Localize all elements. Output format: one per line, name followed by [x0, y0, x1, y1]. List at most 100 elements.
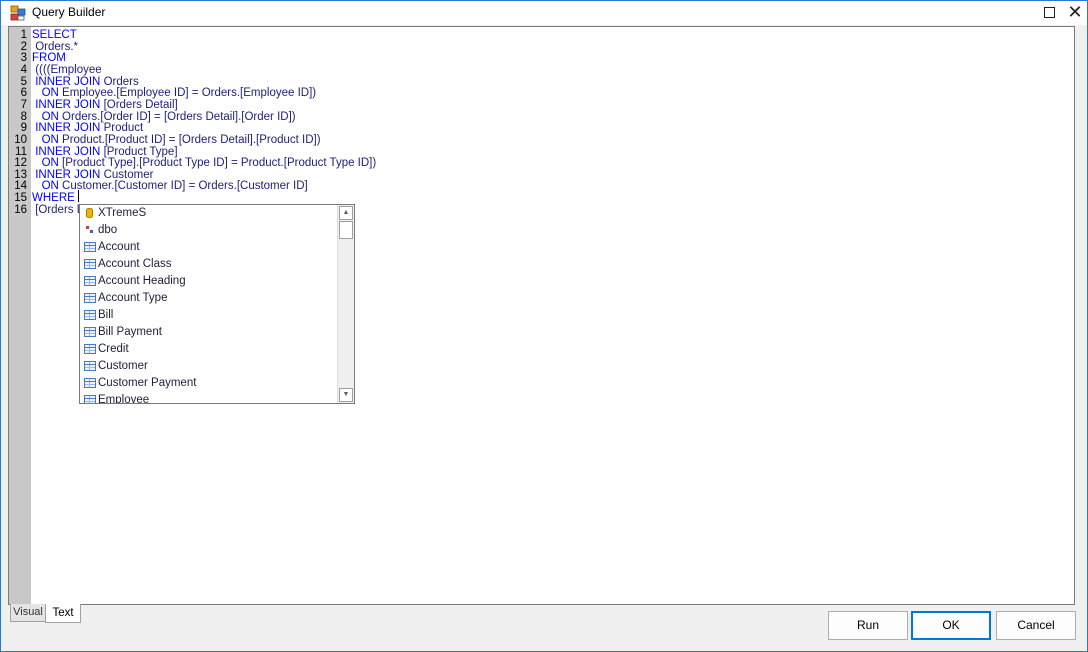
autocomplete-item[interactable]: Bill Payment — [83, 324, 335, 341]
line-number: 9 — [20, 122, 27, 135]
sql-identifier: [Product Type].[Product Type ID] = Produ… — [58, 157, 377, 170]
ok-button[interactable]: OK — [911, 611, 991, 640]
code-line: INNER JOIN [Product Type] — [32, 146, 177, 158]
autocomplete-item[interactable]: XTremeS — [83, 205, 335, 222]
query-builder-window: Query Builder ✕ 1 2 3 4 5 6 7 8 9 10 11 12 13 14 15 16 … — [0, 0, 1088, 652]
autocomplete-item[interactable]: Bill — [83, 307, 335, 324]
sql-identifier: Orders — [100, 75, 139, 88]
sql-keyword: WHERE — [32, 192, 75, 205]
code-line: ON Customer.[Customer ID] = Orders.[Cust… — [32, 180, 308, 192]
chevron-down-icon: ▼ — [342, 391, 350, 398]
maximize-button[interactable] — [1037, 1, 1061, 25]
table-icon — [84, 259, 96, 269]
sql-identifier: Product.[Product ID] = [Orders Detail].[… — [58, 133, 321, 146]
autocomplete-item-label: dbo — [98, 224, 118, 236]
close-button[interactable]: ✕ — [1063, 1, 1087, 25]
autocomplete-item[interactable]: Customer Payment — [83, 375, 335, 392]
autocomplete-item-label: Bill Payment — [98, 326, 162, 338]
run-button[interactable]: Run — [828, 611, 908, 640]
autocomplete-dropdown[interactable]: XTremeS dbo Account Account Class Account He… — [79, 204, 355, 404]
table-icon — [84, 293, 96, 303]
sql-identifier: Orders.* — [32, 40, 79, 53]
autocomplete-item[interactable]: Account Class — [83, 256, 335, 273]
table-icon — [84, 242, 96, 252]
autocomplete-item-label: Customer Payment — [98, 377, 197, 389]
line-number: 3 — [20, 52, 27, 65]
table-icon — [84, 344, 96, 354]
cancel-button[interactable]: Cancel — [996, 611, 1076, 640]
sql-keyword: INNER JOIN — [32, 75, 101, 88]
code-line: [Orders D — [32, 204, 85, 216]
autocomplete-item-label: Bill — [98, 309, 114, 321]
tab-visual[interactable]: Visual — [10, 604, 46, 622]
code-line: Orders.* — [32, 41, 78, 53]
line-number: 1 — [20, 29, 27, 41]
sql-keyword: INNER JOIN — [32, 122, 101, 135]
sql-keyword: ON — [32, 110, 59, 123]
code-line: SELECT — [32, 29, 77, 41]
code-line: ON [Product Type].[Product Type ID] = Pr… — [32, 157, 377, 170]
sql-identifier: [Orders Detail] — [100, 98, 178, 111]
sql-keyword: SELECT — [32, 29, 77, 41]
line-number: 5 — [20, 75, 27, 88]
line-number: 6 — [20, 87, 27, 100]
chevron-up-icon: ▲ — [342, 209, 350, 216]
autocomplete-scrollbar[interactable]: ▲ ▼ — [337, 205, 354, 403]
sql-identifier: ((((Employee — [32, 63, 102, 76]
sql-identifier: Customer — [100, 168, 154, 181]
tab-text[interactable]: Text — [45, 604, 81, 623]
autocomplete-item[interactable]: Customer — [83, 358, 335, 375]
code-line: FROM — [32, 52, 66, 64]
code-line: WHERE — [32, 192, 75, 204]
autocomplete-item[interactable]: Credit — [83, 341, 335, 358]
line-number: 16 — [14, 203, 27, 216]
code-line: ON Employee.[Employee ID] = Orders.[Empl… — [32, 87, 317, 100]
autocomplete-item[interactable]: Account Heading — [83, 273, 335, 290]
table-icon — [84, 276, 96, 286]
scroll-down-button[interactable]: ▼ — [339, 388, 353, 402]
line-number: 13 — [14, 168, 27, 181]
sql-keyword: INNER JOIN — [32, 98, 101, 111]
sql-identifier: Employee.[Employee ID] = Orders.[Employe… — [58, 87, 317, 100]
autocomplete-item[interactable]: dbo — [83, 222, 335, 239]
line-number: 12 — [14, 157, 27, 170]
line-number: 15 — [14, 192, 27, 205]
schema-icon — [86, 226, 93, 233]
line-number: 7 — [20, 98, 27, 111]
app-icon — [10, 5, 26, 21]
sql-editor[interactable]: 1 2 3 4 5 6 7 8 9 10 11 12 13 14 15 16 SELECT Orders.* F… — [8, 26, 1075, 605]
title-bar[interactable]: Query Builder ✕ — [1, 1, 1087, 25]
autocomplete-item[interactable]: Account Type — [83, 290, 335, 307]
line-number: 4 — [20, 63, 27, 76]
autocomplete-item-label: XTremeS — [98, 207, 147, 219]
sql-keyword: ON — [32, 157, 59, 170]
sql-keyword: FROM — [32, 52, 66, 65]
sql-identifier: Customer.[Customer ID] = Orders.[Custome… — [58, 180, 308, 193]
scroll-thumb[interactable] — [339, 221, 353, 239]
autocomplete-item[interactable]: Employee — [83, 392, 335, 404]
sql-keyword: ON — [32, 133, 59, 146]
code-line: ON Product.[Product ID] = [Orders Detail… — [32, 134, 321, 146]
sql-keyword: ON — [32, 180, 59, 193]
autocomplete-item-label: Account — [98, 241, 140, 253]
sql-identifier: Product — [100, 122, 144, 135]
code-line: INNER JOIN Customer — [32, 169, 153, 181]
line-number-gutter: 1 2 3 4 5 6 7 8 9 10 11 12 13 14 15 16 — [9, 27, 31, 604]
autocomplete-item-label: Customer — [98, 360, 148, 372]
autocomplete-item[interactable]: Account — [83, 239, 335, 256]
sql-identifier: [Orders D — [32, 203, 86, 216]
autocomplete-item-label: Account Class — [98, 258, 172, 270]
line-number: 14 — [14, 180, 27, 193]
line-number: 2 — [20, 40, 27, 53]
autocomplete-item-label: Account Heading — [98, 275, 186, 287]
line-number: 11 — [15, 145, 27, 158]
table-icon — [84, 310, 96, 320]
window-title: Query Builder — [32, 5, 106, 19]
autocomplete-item-label: Employee — [98, 394, 150, 404]
autocomplete-item-label: Account Type — [98, 292, 168, 304]
table-icon — [84, 395, 96, 403]
scroll-up-button[interactable]: ▲ — [339, 206, 353, 220]
autocomplete-item-label: Credit — [98, 343, 129, 355]
database-icon — [86, 208, 93, 218]
code-line: ON Orders.[Order ID] = [Orders Detail].[… — [32, 111, 296, 123]
